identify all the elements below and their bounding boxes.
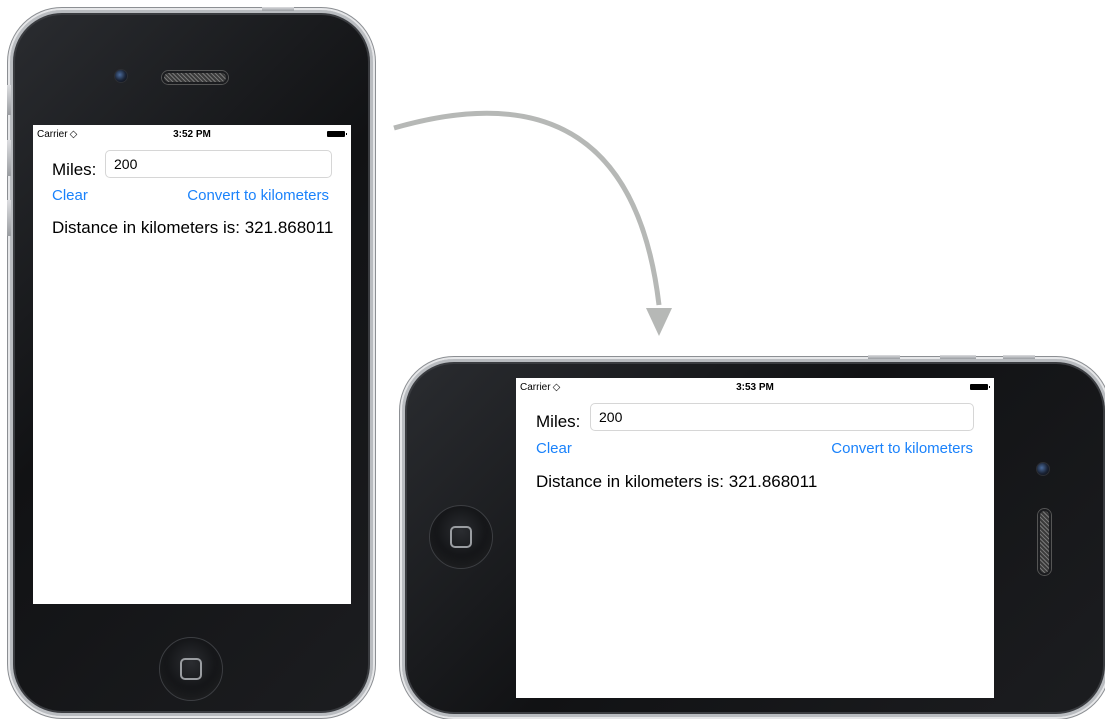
miles-input[interactable] [105,150,332,178]
side-button [7,200,11,236]
battery-icon [970,384,990,390]
speaker-icon [1038,509,1051,575]
side-button [1003,355,1035,359]
battery-icon [327,131,347,137]
result-label: Distance in kilometers is: 321.868011 [52,218,334,237]
convert-button[interactable]: Convert to kilometers [187,187,329,204]
side-button [940,355,976,359]
rotate-arrow-icon [393,110,672,336]
side-button [7,140,11,176]
camera-icon [1036,462,1050,476]
clear-button[interactable]: Clear [52,187,88,204]
miles-input[interactable] [590,403,974,431]
miles-label: Miles: [536,412,581,431]
status-time: 3:52 PM [173,129,211,140]
home-button[interactable] [429,505,493,569]
camera-icon [114,69,128,83]
convert-button[interactable]: Convert to kilometers [831,440,973,457]
side-button [262,7,294,11]
screen-portrait: Carrier◇ 3:52 PM Miles: Clear Convert to… [33,125,351,604]
speaker-icon [162,71,228,84]
side-button [7,85,11,115]
result-label: Distance in kilometers is: 321.868011 [536,472,818,491]
status-bar: Carrier ◇ 3:53 PM [516,378,994,398]
status-time: 3:53 PM [736,382,774,393]
status-bar: Carrier ◇ 3:52 PM [33,125,351,145]
home-button-icon [450,526,472,548]
screen-landscape: Carrier◇ 3:53 PM Miles: Clear Convert to… [516,378,994,698]
home-button-icon [180,658,202,680]
miles-label: Miles: [52,160,97,179]
home-button[interactable] [159,637,223,701]
clear-button[interactable]: Clear [536,440,572,457]
side-button [868,355,900,359]
